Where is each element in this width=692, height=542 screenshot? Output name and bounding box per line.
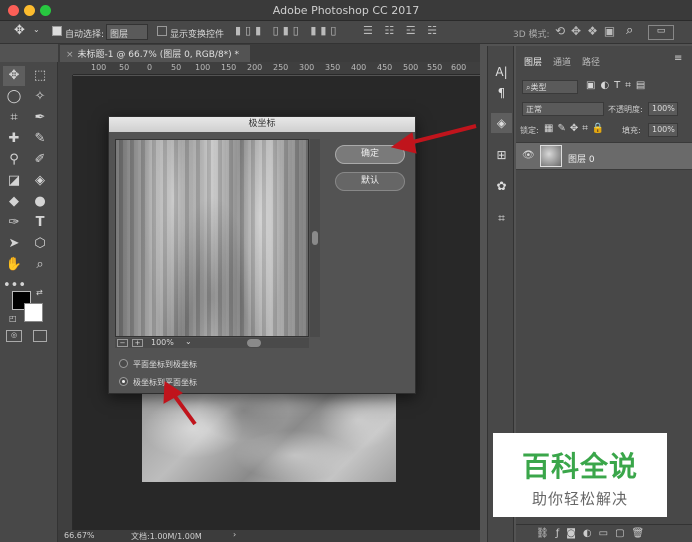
watermark-sub-text: 助你轻松解决 <box>531 490 628 508</box>
watermark-main-text: 百科全说 <box>521 450 638 483</box>
watermark: 百科全说 助你轻松解决 <box>493 433 667 517</box>
arrow-to-ok-head <box>390 132 417 154</box>
arrow-to-ok-line <box>404 124 477 146</box>
